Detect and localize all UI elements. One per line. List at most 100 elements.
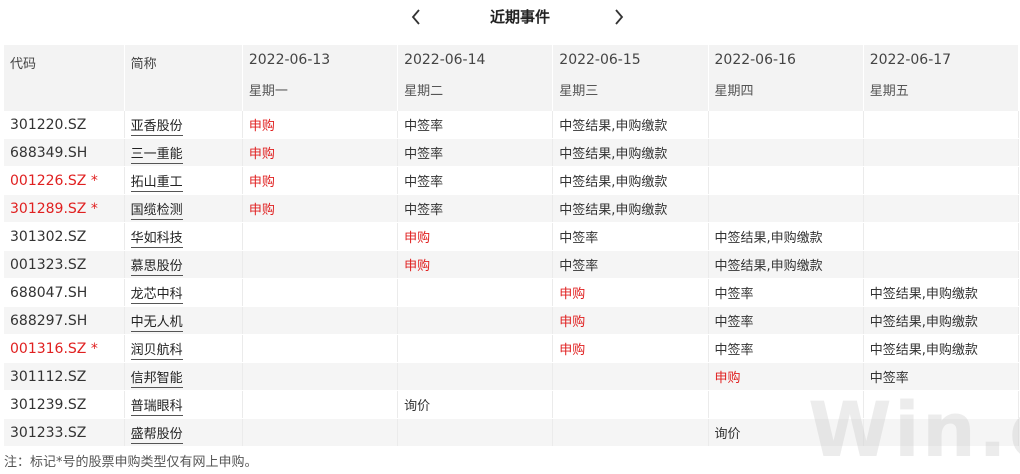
event-cell [242, 418, 399, 447]
event-cell: 申购 [242, 138, 399, 167]
event-label: 申购 [559, 343, 586, 358]
event-cell [863, 194, 1020, 223]
event-label: 中签结果,申购缴款 [869, 343, 978, 358]
event-cell: 中签率 [708, 306, 864, 335]
event-label: 中签结果,申购缴款 [559, 119, 668, 134]
stock-name-cell: 国缆检测 [124, 194, 243, 223]
stock-name-link[interactable]: 国缆检测 [130, 203, 183, 220]
stock-name-link[interactable]: 拓山重工 [130, 175, 183, 192]
day-weekday: 星期二 [404, 84, 444, 99]
day-weekday: 星期一 [248, 84, 288, 99]
event-cell: 中签率 [708, 278, 864, 307]
event-label: 中签结果,申购缴款 [559, 175, 668, 190]
column-header-day: 2022-06-14 星期二 [397, 45, 554, 111]
event-cell: 中签结果,申购缴款 [552, 138, 709, 167]
stock-name-cell: 拓山重工 [124, 166, 243, 195]
event-label: 中签结果,申购缴款 [559, 203, 668, 218]
event-cell: 中签结果,申购缴款 [552, 166, 709, 195]
stock-name-link[interactable]: 普瑞眼科 [130, 399, 183, 416]
day-date: 2022-06-17 [869, 52, 952, 68]
event-label: 中签率 [714, 287, 754, 302]
day-weekday: 星期三 [559, 84, 599, 99]
stock-name-link[interactable]: 信邦智能 [130, 371, 183, 388]
event-cell: 申购 [242, 166, 399, 195]
event-cell [708, 194, 864, 223]
prev-button[interactable] [404, 4, 428, 30]
event-label: 申购 [404, 231, 431, 246]
table-header-row: 代码 简称 2022-06-13 星期一 2022-06-14 星期二 2022… [4, 45, 1020, 111]
event-cell [242, 250, 399, 279]
event-cell [863, 222, 1020, 251]
event-cell [242, 334, 399, 363]
event-cell: 中签率 [397, 111, 554, 139]
event-cell [863, 111, 1020, 139]
stock-code: 301233.SZ [4, 418, 125, 447]
event-cell: 询价 [397, 390, 554, 419]
day-weekday: 星期五 [869, 84, 909, 99]
event-cell: 中签结果,申购缴款 [863, 306, 1020, 335]
event-cell [552, 390, 709, 419]
events-table: 代码 简称 2022-06-13 星期一 2022-06-14 星期二 2022… [4, 45, 1020, 447]
day-date: 2022-06-15 [559, 52, 641, 68]
table-row: 001323.SZ 慕思股份 申购 中签率 中签结果,申购缴款 [4, 250, 1020, 279]
event-cell: 中签率 [397, 166, 554, 195]
event-label: 中签结果,申购缴款 [559, 147, 668, 162]
chevron-right-icon [615, 9, 624, 25]
event-cell [552, 418, 709, 447]
column-header-day: 2022-06-13 星期一 [242, 45, 399, 111]
stock-name-cell: 慕思股份 [124, 250, 243, 279]
stock-name-cell: 信邦智能 [124, 362, 243, 391]
event-cell: 中签结果,申购缴款 [708, 250, 864, 279]
event-label: 中签率 [404, 147, 444, 162]
event-cell: 中签结果,申购缴款 [863, 334, 1020, 363]
stock-name-link[interactable]: 盛帮股份 [130, 427, 183, 444]
column-header-code: 代码 [4, 45, 125, 111]
stock-name-cell: 亚香股份 [124, 111, 243, 139]
stock-code: 301239.SZ [4, 390, 125, 419]
column-header-day: 2022-06-17 星期五 [863, 45, 1020, 111]
event-cell: 申购 [397, 250, 554, 279]
stock-name-link[interactable]: 润贝航科 [130, 343, 183, 360]
event-label: 询价 [714, 427, 741, 442]
table-row: 301289.SZ * 国缆检测 申购 中签率 中签结果,申购缴款 [4, 194, 1020, 223]
event-label: 中签结果,申购缴款 [714, 231, 823, 246]
stock-name-cell: 盛帮股份 [124, 418, 243, 447]
event-cell [708, 390, 864, 419]
stock-code: 301302.SZ [4, 222, 125, 251]
page-title: 近期事件 [489, 8, 550, 26]
stock-name-cell: 普瑞眼科 [124, 390, 243, 419]
event-cell: 中签率 [552, 222, 709, 251]
stock-name-link[interactable]: 三一重能 [130, 147, 183, 164]
event-cell [397, 362, 554, 391]
event-cell [708, 166, 864, 195]
table-row: 301233.SZ 盛帮股份 询价 [4, 418, 1020, 447]
event-label: 中签结果,申购缴款 [869, 315, 978, 330]
stock-code: 001226.SZ * [4, 166, 125, 195]
stock-name-link[interactable]: 龙芯中科 [130, 287, 183, 304]
stock-name-link[interactable]: 华如科技 [130, 231, 183, 248]
stock-name-link[interactable]: 慕思股份 [130, 259, 183, 276]
stock-name-link[interactable]: 中无人机 [130, 315, 183, 332]
event-label: 申购 [248, 203, 275, 218]
event-label: 申购 [559, 287, 586, 302]
event-label: 申购 [559, 315, 586, 330]
event-cell: 中签结果,申购缴款 [708, 222, 864, 251]
stock-name-cell: 润贝航科 [124, 334, 243, 363]
event-label: 申购 [248, 119, 275, 134]
event-cell [863, 418, 1020, 447]
stock-code: 688047.SH [4, 278, 125, 307]
event-cell: 申购 [242, 194, 399, 223]
stock-code: 688349.SH [4, 138, 125, 167]
stock-name-cell: 中无人机 [124, 306, 243, 335]
next-button[interactable] [607, 4, 631, 30]
event-label: 中签率 [714, 343, 754, 358]
event-label: 申购 [404, 259, 431, 274]
footnote: 注：标记*号的股票申购类型仅有网上申购。 [4, 455, 258, 470]
event-label: 中签率 [869, 371, 909, 386]
event-label: 中签率 [559, 259, 599, 274]
stock-name-link[interactable]: 亚香股份 [130, 119, 183, 136]
event-cell [863, 138, 1020, 167]
table-body: 301220.SZ 亚香股份 申购 中签率 中签结果,申购缴款 688349.SH 三一重能… [4, 111, 1020, 447]
table-row: 301112.SZ 信邦智能 申购 中签率 [4, 362, 1020, 391]
stock-code: 001323.SZ [4, 250, 125, 279]
